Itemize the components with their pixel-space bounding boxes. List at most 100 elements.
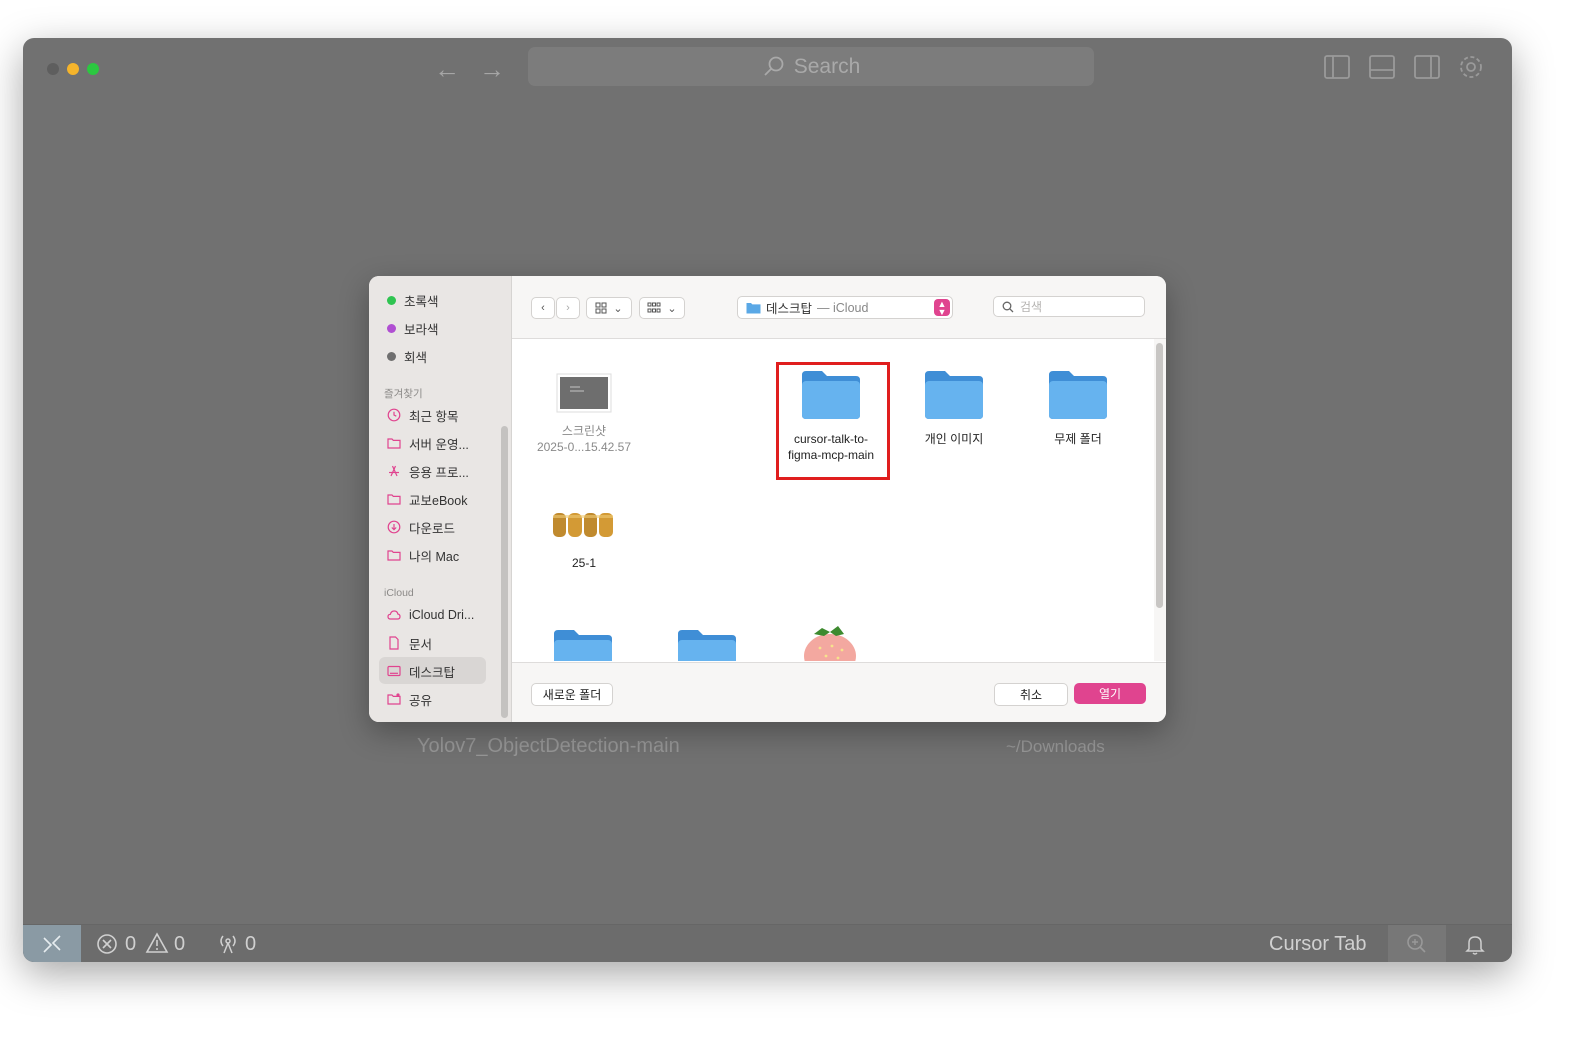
warning-icon[interactable] bbox=[145, 932, 169, 954]
screenshot-thumbnail-icon bbox=[556, 373, 612, 413]
bell-icon[interactable] bbox=[1463, 932, 1487, 956]
error-count[interactable]: 0 bbox=[125, 933, 136, 956]
file-name: 25-1 bbox=[571, 556, 597, 570]
sidebar-item-label: 데스크탑 bbox=[409, 665, 456, 680]
toggle-primary-sidebar-icon[interactable] bbox=[1322, 52, 1352, 82]
sidebar-item-shared[interactable]: 공유 bbox=[387, 688, 432, 710]
view-mode-button[interactable]: ⌄ bbox=[586, 297, 632, 319]
warning-count[interactable]: 0 bbox=[174, 933, 185, 956]
gear-icon[interactable] bbox=[1456, 52, 1486, 82]
recent-project-name[interactable]: Yolov7_ObjectDetection-main bbox=[417, 735, 680, 758]
close-window-button[interactable] bbox=[47, 63, 59, 75]
file-name: 무제 폴더 bbox=[1054, 432, 1102, 446]
sidebar-item-kyobo[interactable]: 교보eBook bbox=[387, 488, 467, 510]
file-item-screenshot[interactable]: 스크린샷 2025-0...15.42.57 bbox=[529, 373, 639, 455]
sidebar-item-label: 초록색 bbox=[404, 294, 439, 309]
file-item-personal-images[interactable]: 개인 이미지 bbox=[899, 369, 1009, 447]
folder-icon bbox=[1049, 371, 1107, 419]
sidebar-scrollbar[interactable] bbox=[501, 426, 508, 718]
error-icon[interactable] bbox=[96, 933, 118, 955]
folder-icon bbox=[387, 494, 401, 505]
gray-tag-icon bbox=[387, 351, 396, 361]
sidebar-item-label: 문서 bbox=[409, 637, 433, 652]
image-2025-thumbnail-icon bbox=[553, 513, 613, 537]
sidebar-tag-green[interactable]: 초록색 bbox=[387, 289, 439, 311]
download-icon bbox=[387, 520, 401, 534]
search-icon bbox=[1002, 301, 1014, 312]
folder-icon[interactable] bbox=[676, 628, 738, 661]
open-file-dialog: 초록색 보라색 회색 즐겨찾기 최근 항목 서버 운영... 응용 프로... … bbox=[369, 276, 1166, 722]
sidebar-item-downloads[interactable]: 다운로드 bbox=[387, 516, 455, 538]
file-item-untitled-folder[interactable]: 무제 폴더 bbox=[1023, 369, 1133, 447]
command-search-bar[interactable]: Search bbox=[528, 47, 1094, 86]
new-folder-button[interactable]: 새로운 폴더 bbox=[531, 683, 613, 706]
folder-icon bbox=[387, 550, 401, 561]
dialog-search-field[interactable]: 검색 bbox=[993, 296, 1145, 317]
green-tag-icon bbox=[387, 295, 396, 305]
location-sub: — iCloud bbox=[817, 300, 869, 315]
cursor-tab-label[interactable]: Cursor Tab bbox=[1269, 933, 1366, 956]
scrollbar-thumb[interactable] bbox=[1156, 343, 1163, 608]
file-item-25-1[interactable]: 25-1 bbox=[529, 505, 639, 571]
shared-folder-icon bbox=[387, 693, 401, 705]
sidebar-item-recents[interactable]: 최근 항목 bbox=[387, 404, 458, 426]
folder-icon bbox=[925, 371, 983, 419]
search-placeholder: 검색 bbox=[1020, 300, 1043, 314]
apps-icon bbox=[389, 465, 399, 477]
icloud-header: iCloud bbox=[384, 587, 414, 599]
back-arrow-icon[interactable]: ← bbox=[434, 54, 460, 85]
folder-icon bbox=[746, 302, 761, 313]
maximize-window-button[interactable] bbox=[87, 63, 99, 75]
zoom-in-icon bbox=[1407, 934, 1426, 953]
cancel-button[interactable]: 취소 bbox=[994, 683, 1068, 706]
file-name: 개인 이미지 bbox=[924, 432, 984, 446]
sidebar-item-my-mac[interactable]: 나의 Mac bbox=[387, 544, 459, 566]
strawberry-image-icon[interactable] bbox=[800, 622, 860, 661]
clock-icon bbox=[387, 408, 401, 422]
file-grid-scrollbar[interactable] bbox=[1154, 339, 1166, 661]
remote-icon bbox=[43, 935, 61, 953]
dialog-footer: 새로운 폴더 취소 열기 bbox=[512, 662, 1166, 722]
sidebar-item-icloud-drive[interactable]: iCloud Dri... bbox=[387, 604, 474, 626]
group-by-button[interactable]: ⌄ bbox=[639, 297, 685, 319]
ports-broadcast-icon[interactable] bbox=[216, 932, 240, 956]
sidebar-tag-gray[interactable]: 회색 bbox=[387, 345, 427, 367]
chevron-right-icon: › bbox=[566, 302, 570, 314]
search-icon bbox=[764, 56, 784, 76]
zoom-button[interactable] bbox=[1388, 925, 1446, 962]
cloud-icon bbox=[387, 610, 401, 620]
open-button[interactable]: 열기 bbox=[1074, 683, 1146, 704]
sidebar-item-label: 교보eBook bbox=[409, 493, 468, 508]
dialog-toolbar: ‹ › ⌄ ⌄ 데스크탑 — iCloud ▲ ▼ 검색 bbox=[512, 276, 1166, 339]
location-popup[interactable]: 데스크탑 — iCloud ▲ ▼ bbox=[737, 296, 953, 319]
sidebar-item-label: 다운로드 bbox=[409, 521, 456, 536]
up-down-chevron-icon: ▲ ▼ bbox=[934, 299, 950, 316]
toggle-panel-icon[interactable] bbox=[1367, 52, 1397, 82]
search-placeholder: Search bbox=[793, 54, 861, 78]
chevron-down-icon: ⌄ bbox=[613, 302, 623, 315]
forward-button[interactable]: › bbox=[556, 297, 580, 319]
sidebar-item-applications[interactable]: 응용 프로... bbox=[387, 460, 469, 482]
minimize-window-button[interactable] bbox=[67, 63, 79, 75]
forward-arrow-icon[interactable]: → bbox=[479, 54, 505, 85]
sidebar-item-documents[interactable]: 문서 bbox=[387, 632, 432, 654]
sidebar-item-desktop[interactable]: 데스크탑 bbox=[387, 660, 455, 682]
desktop-icon bbox=[387, 665, 401, 677]
chevron-left-icon: ‹ bbox=[541, 302, 545, 314]
toggle-secondary-sidebar-icon[interactable] bbox=[1412, 52, 1442, 82]
folder-icon[interactable] bbox=[552, 628, 614, 661]
ports-count[interactable]: 0 bbox=[245, 933, 256, 956]
grid-view-icon bbox=[595, 302, 607, 314]
folder-icon bbox=[387, 438, 401, 449]
sidebar-tag-purple[interactable]: 보라색 bbox=[387, 317, 439, 339]
annotation-highlight-box bbox=[776, 362, 890, 480]
sidebar-item-label: 보라색 bbox=[404, 322, 439, 337]
sidebar-item-label: 최근 항목 bbox=[409, 409, 459, 424]
status-bar: 0 0 0 Cursor Tab bbox=[23, 924, 1512, 962]
sidebar-item-server[interactable]: 서버 운영... bbox=[387, 432, 469, 454]
location-name: 데스크탑 bbox=[766, 302, 813, 316]
back-button[interactable]: ‹ bbox=[531, 297, 555, 319]
remote-indicator-button[interactable] bbox=[23, 925, 81, 962]
sidebar-item-label: 나의 Mac bbox=[409, 549, 460, 564]
group-grid-icon bbox=[647, 302, 661, 313]
